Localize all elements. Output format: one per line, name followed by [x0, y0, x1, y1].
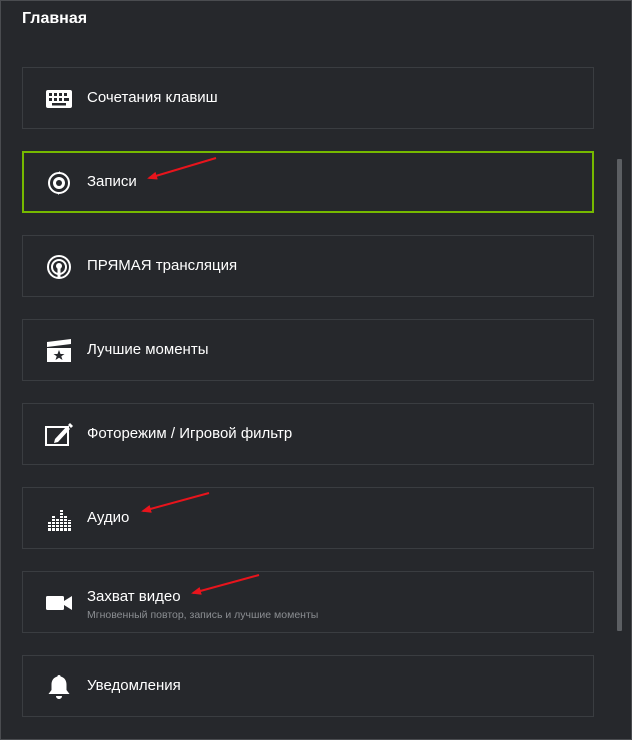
menu-item-label: Фоторежим / Игровой фильтр — [87, 425, 293, 442]
menu-item-broadcast[interactable]: ПРЯМАЯ трансляция — [22, 235, 594, 297]
menu-item-video-capture[interactable]: Захват видео Мгновенный повтор, запись и… — [22, 571, 594, 633]
photo-edit-icon — [45, 421, 73, 449]
clapperboard-star-icon — [45, 337, 73, 365]
broadcast-icon — [45, 253, 73, 281]
page-title: Главная — [22, 10, 88, 27]
menu-item-photo-mode[interactable]: Фоторежим / Игровой фильтр — [22, 403, 594, 465]
menu-item-label: ПРЯМАЯ трансляция — [87, 257, 238, 274]
menu-item-label: Захват видео — [87, 588, 181, 605]
menu-item-sublabel: Мгновенный повтор, запись и лучшие момен… — [87, 609, 319, 621]
menu-item-label: Лучшие моменты — [87, 341, 209, 358]
menu-item-hotkeys[interactable]: Сочетания клавиш — [22, 67, 594, 129]
settings-window: Главная Сочетания клавиш Записи ПРЯМАЯ т… — [0, 0, 632, 740]
menu-item-label: Записи — [87, 173, 137, 190]
menu-item-recordings[interactable]: Записи — [22, 151, 594, 213]
menu-item-label: Сочетания клавиш — [87, 89, 218, 106]
audio-equalizer-icon — [45, 505, 73, 533]
scrollbar-thumb[interactable] — [617, 159, 622, 631]
menu-item-label: Аудио — [87, 509, 130, 526]
keyboard-icon — [45, 85, 73, 113]
record-icon — [45, 169, 73, 197]
menu-item-label: Уведомления — [87, 677, 181, 694]
bell-icon — [45, 673, 73, 701]
menu-item-notifications[interactable]: Уведомления — [22, 655, 594, 717]
menu-item-audio[interactable]: Аудио — [22, 487, 594, 549]
video-camera-icon — [45, 589, 73, 617]
menu-item-highlights[interactable]: Лучшие моменты — [22, 319, 594, 381]
